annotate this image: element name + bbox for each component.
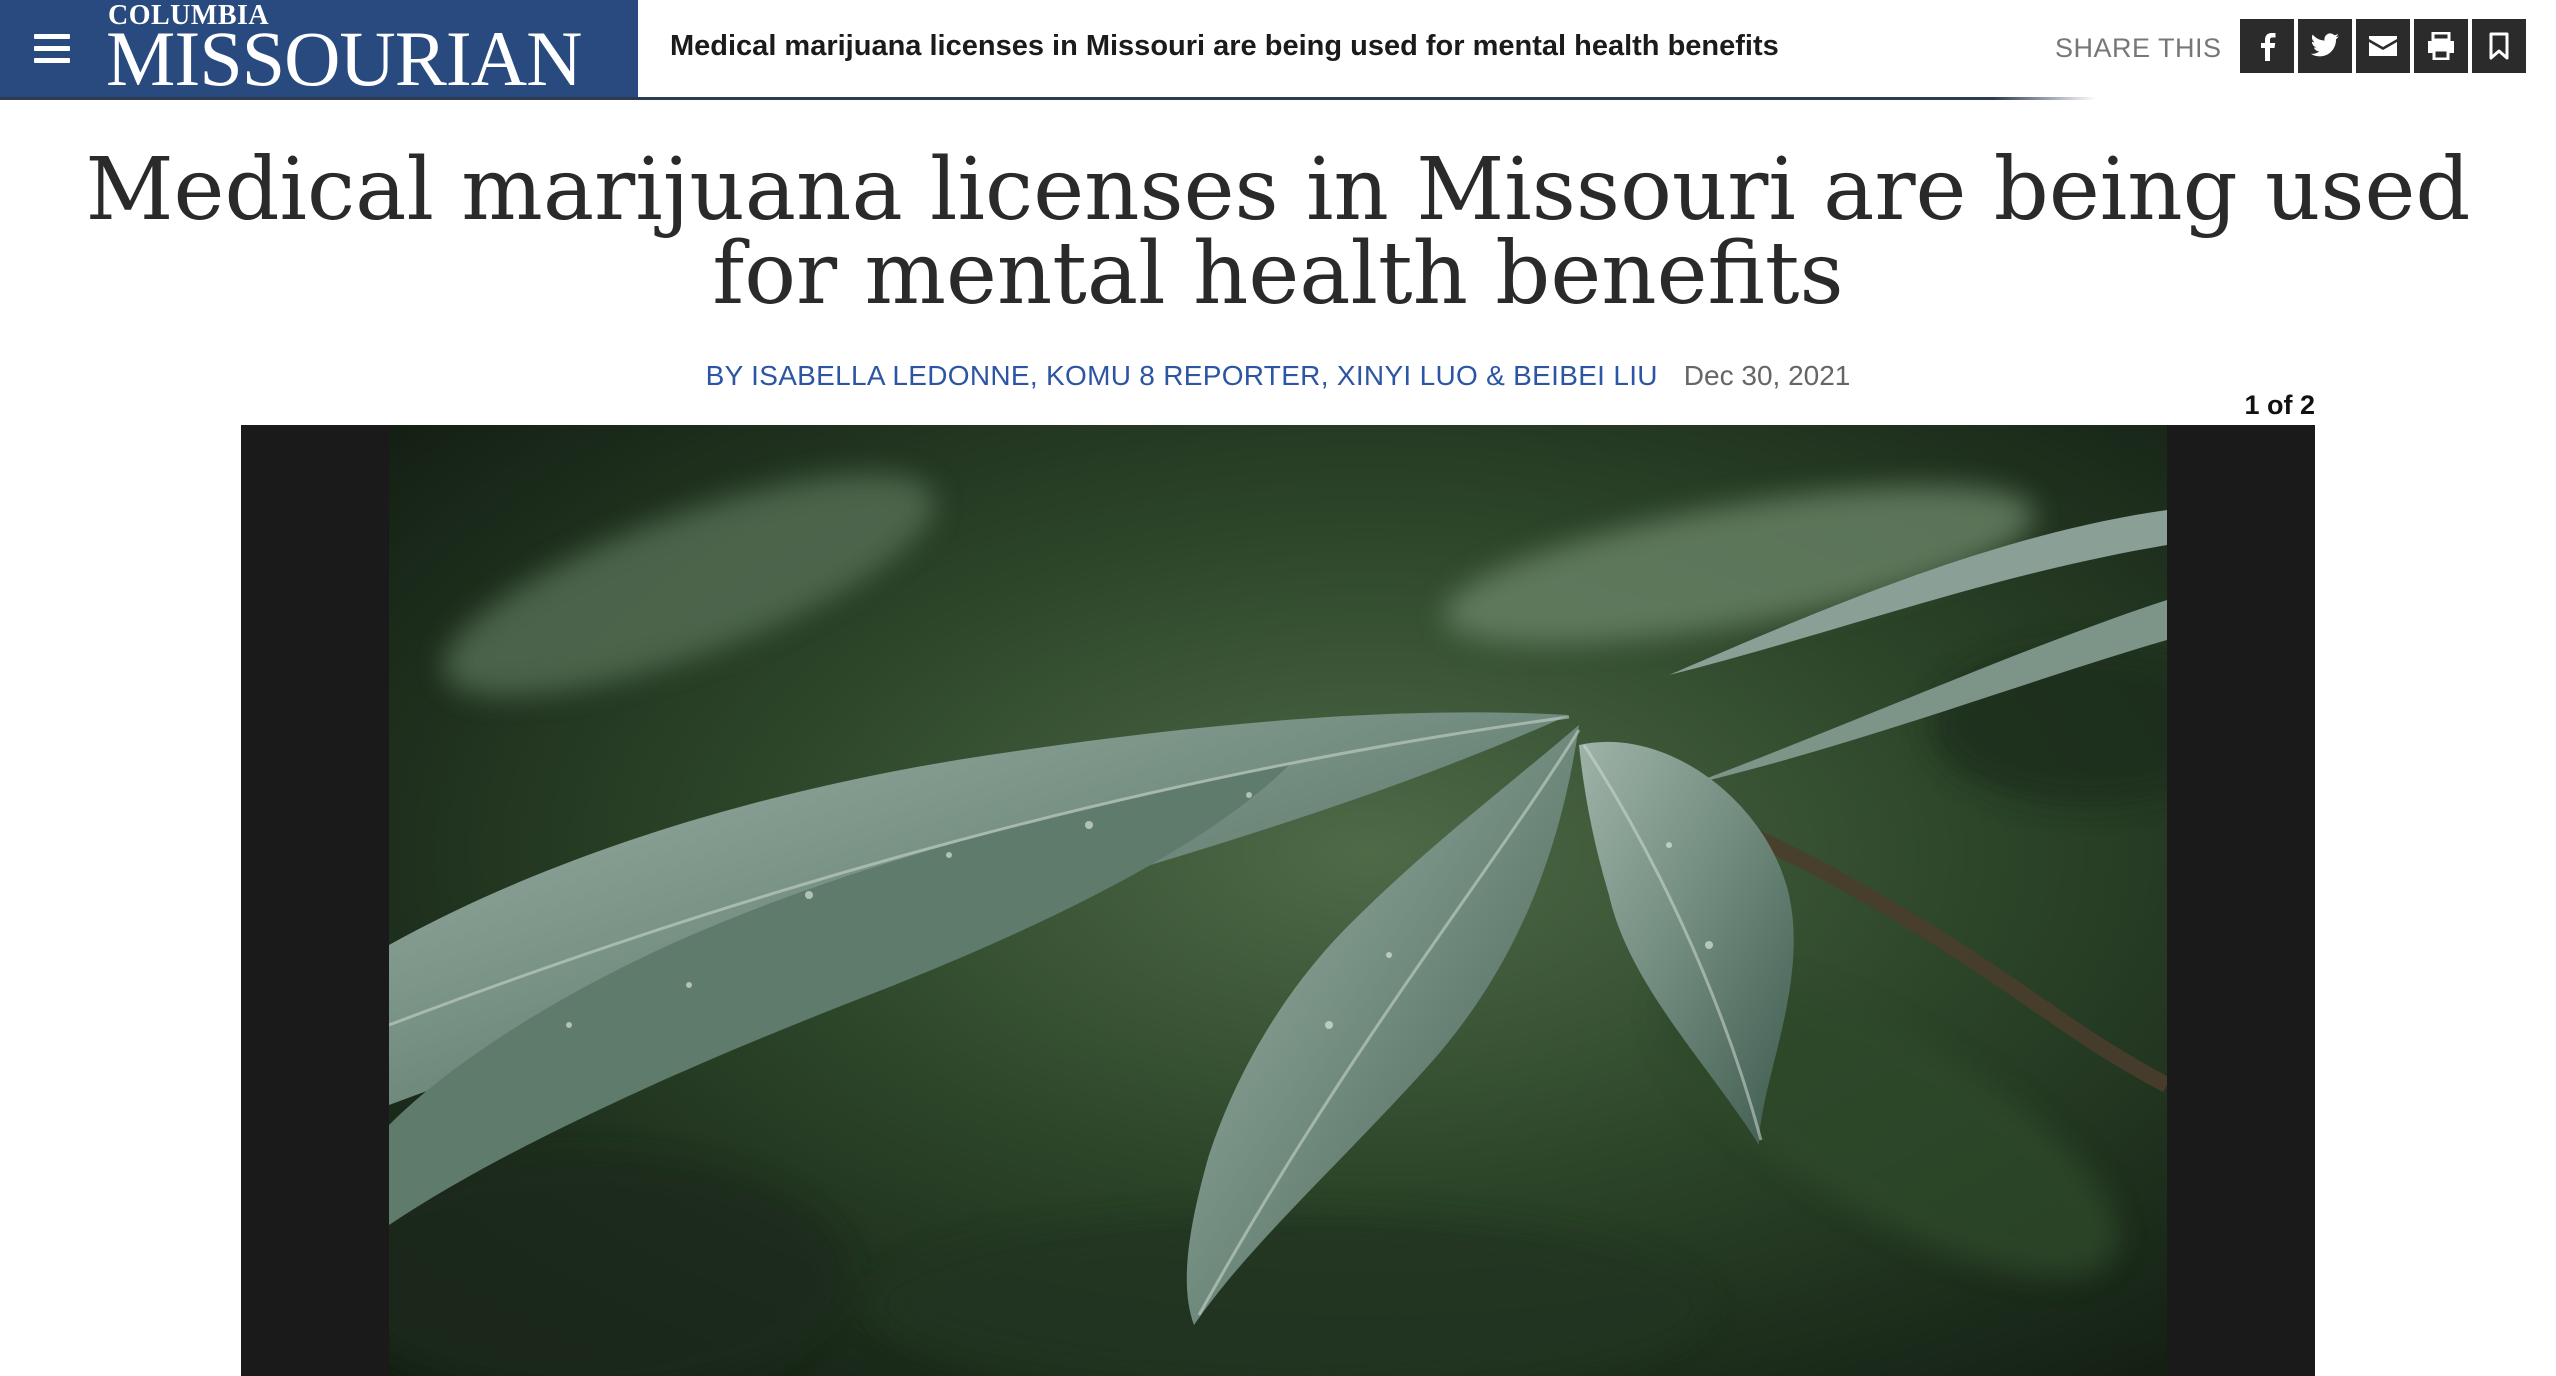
cannabis-leaf-illustration: [389, 425, 2167, 1376]
gallery-photo-cannabis-leaf[interactable]: [389, 425, 2167, 1376]
twitter-share-button[interactable]: [2298, 19, 2352, 73]
top-bar-underline: [0, 97, 2556, 100]
print-icon: [2428, 32, 2454, 60]
sticky-headline: Medical marijuana licenses in Missouri a…: [670, 30, 1779, 62]
facebook-icon: [2261, 33, 2276, 61]
email-icon: [2369, 36, 2397, 56]
menu-icon[interactable]: [34, 34, 70, 64]
byline-authors[interactable]: BY ISABELLA LEDONNE, KOMU 8 REPORTER, XI…: [706, 360, 1658, 391]
share-label: SHARE THIS: [2055, 33, 2222, 63]
logo[interactable]: MISSOURIAN: [106, 20, 582, 98]
publish-date: Dec 30, 2021: [1683, 360, 1851, 391]
article-headline: Medical marijuana licenses in Missouri a…: [85, 140, 2471, 324]
bookmark-button[interactable]: [2472, 19, 2526, 73]
print-button[interactable]: [2414, 19, 2468, 73]
bookmark-icon: [2489, 32, 2509, 60]
top-bar: COLUMBIA MISSOURIAN Medical marijuana li…: [0, 0, 2556, 100]
email-share-button[interactable]: [2356, 19, 2410, 73]
brand-block: COLUMBIA MISSOURIAN: [0, 0, 638, 98]
facebook-share-button[interactable]: [2240, 19, 2294, 73]
photo-gallery[interactable]: ‹ ›: [241, 425, 2315, 1376]
twitter-icon: [2310, 33, 2339, 57]
gallery-counter: 1 of 2: [2244, 390, 2315, 420]
byline: BY ISABELLA LEDONNE, KOMU 8 REPORTER, XI…: [0, 360, 2556, 392]
share-buttons: [2240, 19, 2526, 73]
